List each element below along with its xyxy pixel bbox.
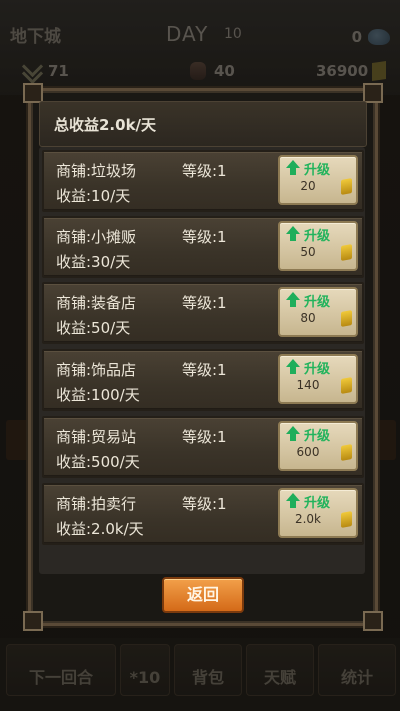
corner-ornament [363, 83, 383, 103]
shop-name: 商铺:垃圾场 [56, 162, 137, 180]
upgrade-label: 升级 [304, 229, 331, 244]
upgrade-cost: 140 [296, 378, 320, 392]
shop-row: 商铺:饰品店 等级:1 收益:100/天 升级 140 [42, 349, 364, 411]
gold-icon [341, 511, 352, 528]
shop-level: 等级:1 [182, 228, 227, 246]
gold-icon [341, 310, 352, 327]
upgrade-button[interactable]: 升级 600 [278, 421, 358, 471]
up-arrow-icon [286, 426, 300, 441]
upgrade-cost: 20 [300, 179, 316, 193]
upgrade-cost: 50 [300, 245, 316, 259]
shop-name: 商铺:贸易站 [56, 428, 137, 446]
upgrade-button[interactable]: 升级 80 [278, 287, 358, 337]
upgrade-label: 升级 [304, 295, 331, 310]
shop-level: 等级:1 [182, 428, 227, 446]
shop-income: 收益:100/天 [56, 386, 140, 404]
upgrade-button[interactable]: 升级 140 [278, 354, 358, 404]
upgrade-label: 升级 [304, 429, 331, 444]
shop-name: 商铺:装备店 [56, 294, 137, 312]
upgrade-button[interactable]: 升级 20 [278, 155, 358, 205]
upgrade-label: 升级 [304, 362, 331, 377]
shop-row: 商铺:小摊贩 等级:1 收益:30/天 升级 50 [42, 216, 364, 278]
shop-income: 收益:30/天 [56, 253, 131, 271]
shop-income: 收益:10/天 [56, 187, 131, 205]
return-button[interactable]: 返回 [162, 577, 244, 613]
gold-icon [341, 178, 352, 195]
corner-ornament [23, 83, 43, 103]
upgrade-button[interactable]: 升级 50 [278, 221, 358, 271]
upgrade-cost: 2.0k [294, 512, 322, 526]
shop-row: 商铺:贸易站 等级:1 收益:500/天 升级 600 [42, 416, 364, 478]
shop-level: 等级:1 [182, 495, 227, 513]
up-arrow-icon [286, 493, 300, 508]
upgrade-button[interactable]: 升级 2.0k [278, 488, 358, 538]
shop-row: 商铺:装备店 等级:1 收益:50/天 升级 80 [42, 282, 364, 344]
upgrade-cost: 600 [296, 445, 320, 459]
shop-income: 收益:50/天 [56, 319, 131, 337]
dialog-title-bar: 总收益2.0k/天 [39, 101, 367, 147]
gold-icon [341, 444, 352, 461]
corner-ornament [363, 611, 383, 631]
up-arrow-icon [286, 292, 300, 307]
shop-list: 商铺:垃圾场 等级:1 收益:10/天 升级 20 商铺:小摊贩 等级:1 收益… [39, 147, 365, 574]
upgrade-label: 升级 [304, 496, 331, 511]
total-income-title: 总收益2.0k/天 [54, 116, 157, 134]
shop-level: 等级:1 [182, 162, 227, 180]
shop-income: 收益:500/天 [56, 453, 140, 471]
shop-name: 商铺:饰品店 [56, 361, 137, 379]
gold-icon [341, 377, 352, 394]
shop-row: 商铺:拍卖行 等级:1 收益:2.0k/天 升级 2.0k [42, 483, 364, 545]
up-arrow-icon [286, 226, 300, 241]
up-arrow-icon [286, 359, 300, 374]
up-arrow-icon [286, 160, 300, 175]
shop-level: 等级:1 [182, 294, 227, 312]
shop-income-dialog: 总收益2.0k/天 商铺:垃圾场 等级:1 收益:10/天 升级 20 商铺:小… [23, 83, 383, 631]
shop-income: 收益:2.0k/天 [56, 520, 144, 538]
shop-name: 商铺:小摊贩 [56, 228, 137, 246]
upgrade-label: 升级 [304, 163, 331, 178]
shop-name: 商铺:拍卖行 [56, 495, 137, 513]
corner-ornament [23, 611, 43, 631]
shop-level: 等级:1 [182, 361, 227, 379]
shop-row: 商铺:垃圾场 等级:1 收益:10/天 升级 20 [42, 150, 364, 212]
gold-icon [341, 244, 352, 261]
upgrade-cost: 80 [300, 311, 316, 325]
